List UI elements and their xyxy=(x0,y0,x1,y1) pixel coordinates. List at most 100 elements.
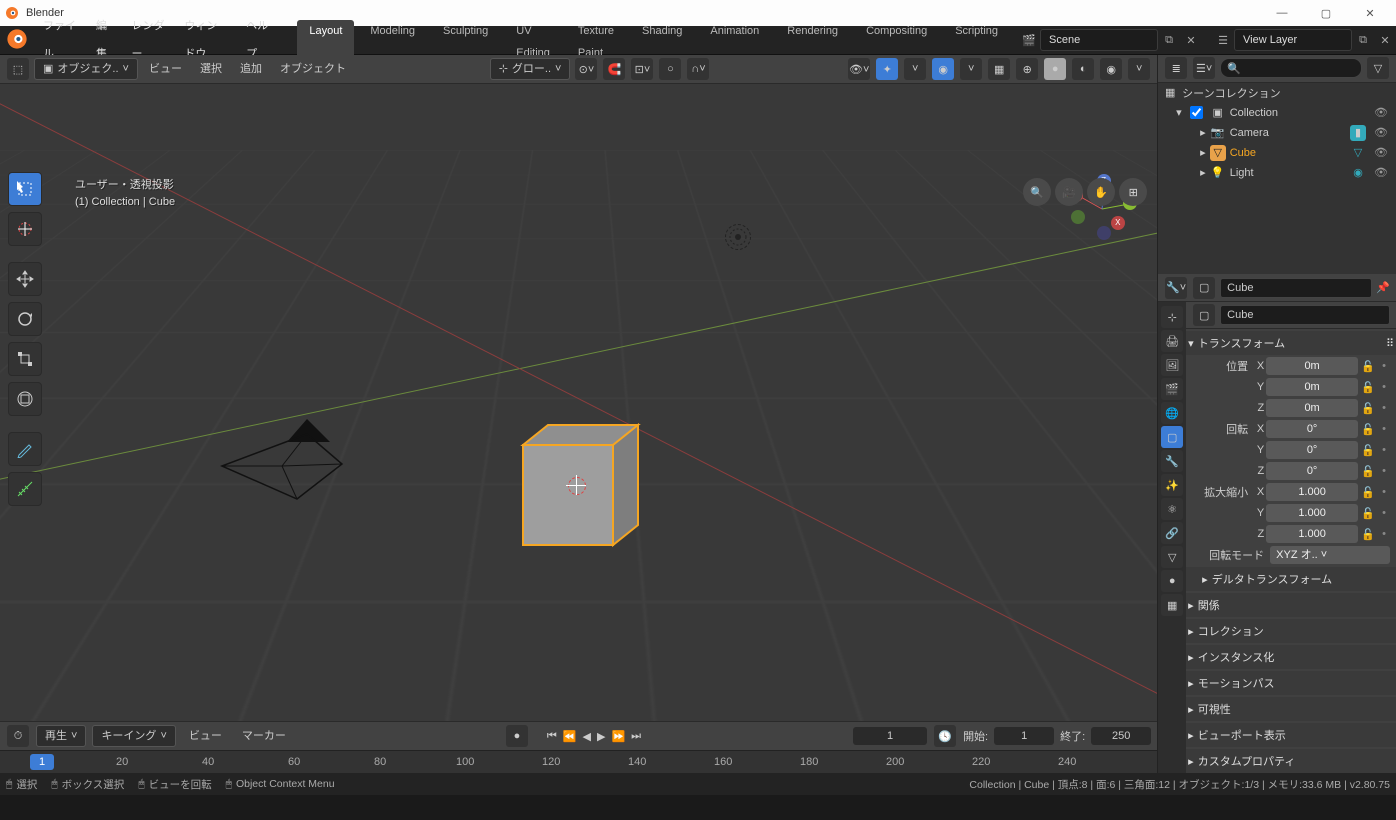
panel-custom-props[interactable]: ▸ カスタムプロパティ xyxy=(1186,749,1396,773)
play-reverse-icon[interactable]: ◀ xyxy=(583,730,591,743)
keyframe-prev-icon[interactable]: ⏪ xyxy=(563,730,577,743)
panel-collections[interactable]: ▸ コレクション xyxy=(1186,619,1396,643)
persp-ortho-icon[interactable]: ⊞ xyxy=(1119,178,1147,206)
ptab-mesh[interactable]: ▽ xyxy=(1161,546,1183,568)
playback-dropdown[interactable]: 再生˅ xyxy=(36,725,86,747)
shading-lookdev-icon[interactable]: ◐ xyxy=(1072,58,1094,80)
visibility-icon[interactable]: 👁 xyxy=(1374,126,1388,139)
object-name-field[interactable]: Cube xyxy=(1220,305,1390,325)
camera-object[interactable] xyxy=(212,414,362,514)
ptab-physics[interactable]: ⚛ xyxy=(1161,498,1183,520)
outliner-editor-icon[interactable]: ≣ xyxy=(1165,57,1187,79)
viewlayer-browse-icon[interactable]: ☰ xyxy=(1213,30,1233,50)
outliner-row-light[interactable]: ▸ 💡 Light ◉ 👁 xyxy=(1158,163,1396,183)
3d-viewport[interactable]: ユーザー・透視投影 (1) Collection | Cube Y Z X 🔍 … xyxy=(0,84,1157,721)
playhead[interactable]: 1 xyxy=(30,754,54,770)
outliner-row-scene[interactable]: ▦ シーンコレクション xyxy=(1158,83,1396,103)
scene-field[interactable]: Scene xyxy=(1040,29,1158,51)
camera-data-icon[interactable]: ▮ xyxy=(1350,125,1366,141)
disclosure-icon[interactable]: ▸ xyxy=(1200,166,1206,179)
scene-delete-icon[interactable]: ✕ xyxy=(1181,30,1201,50)
xray-icon[interactable]: ▦ xyxy=(988,58,1010,80)
vmenu-add[interactable]: 追加 xyxy=(233,55,269,83)
ptab-viewlayer[interactable]: 🖼 xyxy=(1161,354,1183,376)
breadcrumb[interactable]: Cube xyxy=(1220,278,1372,298)
visibility-icon[interactable]: 👁 xyxy=(1374,106,1388,119)
mesh-data-icon[interactable]: ▽ xyxy=(1350,145,1366,161)
visibility-icon[interactable]: 👁 xyxy=(1374,166,1388,179)
keying-dropdown[interactable]: キーイング˅ xyxy=(92,725,175,747)
panel-visibility[interactable]: ▸ 可視性 xyxy=(1186,697,1396,721)
maximize-button[interactable]: ▢ xyxy=(1304,7,1348,20)
panel-transform[interactable]: ▾ トランスフォーム⠿ xyxy=(1186,331,1396,355)
ptab-output[interactable]: 🖨 xyxy=(1161,330,1183,352)
timeline-editor-icon[interactable]: ⏱ xyxy=(7,725,29,747)
outliner-row-cube[interactable]: ▸ ▽ Cube ▽ 👁 xyxy=(1158,143,1396,163)
end-frame[interactable]: 250 xyxy=(1091,727,1151,745)
disclosure-icon[interactable]: ▸ xyxy=(1200,126,1206,139)
play-start-icon[interactable]: ⏮ xyxy=(547,730,557,743)
autokey-icon[interactable]: ● xyxy=(506,725,528,747)
ptab-object[interactable]: ▢ xyxy=(1161,426,1183,448)
panel-relations[interactable]: ▸ 関係 xyxy=(1186,593,1396,617)
proportional-falloff-icon[interactable]: ∩˅ xyxy=(687,58,709,80)
viewlayer-delete-icon[interactable]: ✕ xyxy=(1375,30,1395,50)
vmenu-view[interactable]: ビュー xyxy=(142,55,189,83)
lock-icon[interactable]: 🔓 xyxy=(1360,486,1376,499)
visibility-icon[interactable]: 👁 xyxy=(1374,146,1388,159)
visibility-dropdown-icon[interactable]: 👁˅ xyxy=(848,58,870,80)
light-data-icon[interactable]: ◉ xyxy=(1350,165,1366,181)
vmenu-select[interactable]: 選択 xyxy=(193,55,229,83)
loc-y[interactable]: 0m xyxy=(1266,378,1358,396)
close-button[interactable]: ✕ xyxy=(1348,7,1392,20)
ptab-texture[interactable]: ▦ xyxy=(1161,594,1183,616)
scale-z[interactable]: 1.000 xyxy=(1266,525,1358,543)
ptab-scene[interactable]: 🎬 xyxy=(1161,378,1183,400)
ptab-modifiers[interactable]: 🔧 xyxy=(1161,450,1183,472)
ptab-world[interactable]: 🌐 xyxy=(1161,402,1183,424)
scale-y[interactable]: 1.000 xyxy=(1266,504,1358,522)
outliner-filter-icon[interactable]: ▽ xyxy=(1367,57,1389,79)
camera-view-icon[interactable]: 🎥 xyxy=(1055,178,1083,206)
disclosure-icon[interactable]: ▾ xyxy=(1176,106,1182,119)
gizmo-toggle-icon[interactable]: ✦ xyxy=(876,58,898,80)
rot-y[interactable]: 0° xyxy=(1266,441,1358,459)
lock-icon[interactable]: 🔓 xyxy=(1360,423,1376,436)
tool-scale[interactable] xyxy=(8,342,42,376)
editor-type-icon[interactable]: ⬚ xyxy=(7,58,29,80)
light-object[interactable] xyxy=(725,224,751,250)
viewlayer-new-icon[interactable]: ⧉ xyxy=(1353,30,1373,50)
viewlayer-field[interactable]: View Layer xyxy=(1234,29,1352,51)
collection-enable[interactable] xyxy=(1190,106,1203,119)
tool-move[interactable] xyxy=(8,262,42,296)
play-icon[interactable]: ▶ xyxy=(597,730,605,743)
scene-new-icon[interactable]: ⧉ xyxy=(1159,30,1179,50)
lock-icon[interactable]: 🔓 xyxy=(1360,402,1376,415)
panel-instancing[interactable]: ▸ インスタンス化 xyxy=(1186,645,1396,669)
shading-rendered-icon[interactable]: ◉ xyxy=(1100,58,1122,80)
lock-icon[interactable]: 🔓 xyxy=(1360,444,1376,457)
rot-x[interactable]: 0° xyxy=(1266,420,1358,438)
outliner-row-collection[interactable]: ▾ ▣ Collection 👁 xyxy=(1158,103,1396,123)
shading-dropdown-icon[interactable]: ˅ xyxy=(1128,58,1150,80)
panel-viewport-display[interactable]: ▸ ビューポート表示 xyxy=(1186,723,1396,747)
lock-icon[interactable]: 🔓 xyxy=(1360,507,1376,520)
outliner-display-icon[interactable]: ☰˅ xyxy=(1193,57,1215,79)
ptab-constraints[interactable]: 🔗 xyxy=(1161,522,1183,544)
orientation-dropdown[interactable]: ⊹グロー..˅ xyxy=(490,58,571,80)
start-frame[interactable]: 1 xyxy=(994,727,1054,745)
shading-solid-icon[interactable]: ● xyxy=(1044,58,1066,80)
lock-icon[interactable]: 🔓 xyxy=(1360,360,1376,373)
tool-measure[interactable] xyxy=(8,472,42,506)
loc-x[interactable]: 0m xyxy=(1266,357,1358,375)
current-frame[interactable]: 1 xyxy=(853,727,927,745)
loc-z[interactable]: 0m xyxy=(1266,399,1358,417)
ptab-render[interactable]: ⊹ xyxy=(1161,306,1183,328)
clock-icon[interactable]: 🕓 xyxy=(934,725,956,747)
tmenu-view[interactable]: ビュー xyxy=(182,722,229,750)
play-end-icon[interactable]: ⏭ xyxy=(631,730,641,743)
lock-icon[interactable]: 🔓 xyxy=(1360,528,1376,541)
minimize-button[interactable]: — xyxy=(1260,7,1304,19)
rot-z[interactable]: 0° xyxy=(1266,462,1358,480)
lock-icon[interactable]: 🔓 xyxy=(1360,381,1376,394)
